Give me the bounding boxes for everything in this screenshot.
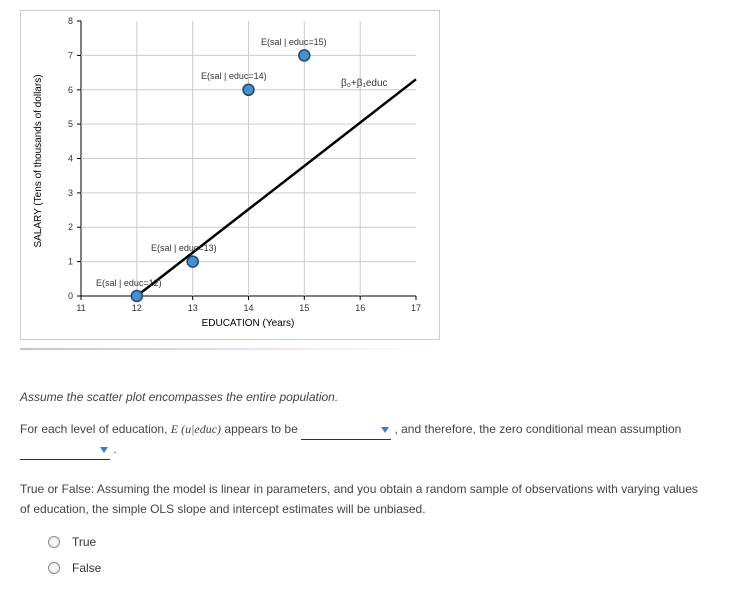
radio-icon bbox=[48, 562, 60, 574]
svg-text:11: 11 bbox=[76, 303, 85, 313]
svg-text:16: 16 bbox=[355, 303, 365, 313]
svg-text:17: 17 bbox=[411, 303, 421, 313]
chevron-down-icon bbox=[100, 447, 108, 453]
dropdown-2[interactable] bbox=[20, 440, 110, 460]
svg-text:8: 8 bbox=[68, 16, 73, 26]
data-point: E(sal | educ=15) bbox=[261, 37, 327, 61]
svg-text:7: 7 bbox=[68, 50, 73, 60]
x-axis-label: EDUCATION (Years) bbox=[202, 318, 295, 329]
radio-option-false[interactable]: False bbox=[48, 561, 711, 575]
radio-icon bbox=[48, 536, 60, 548]
svg-text:13: 13 bbox=[188, 303, 198, 313]
fill-expression: E (u|educ) bbox=[171, 422, 221, 436]
radio-label-true: True bbox=[72, 535, 96, 549]
svg-text:12: 12 bbox=[132, 303, 142, 313]
svg-text:E(sal | educ=12): E(sal | educ=12) bbox=[96, 278, 162, 288]
svg-text:14: 14 bbox=[243, 303, 253, 313]
svg-text:4: 4 bbox=[68, 154, 73, 164]
chart-container: 0 1 2 3 4 5 6 7 8 11 12 13 14 15 16 17 E… bbox=[20, 10, 440, 340]
fill-prefix: For each level of education, bbox=[20, 422, 171, 436]
data-point: E(sal | educ=13) bbox=[151, 243, 217, 267]
true-false-question: True or False: Assuming the model is lin… bbox=[20, 480, 711, 518]
svg-text:E(sal | educ=15): E(sal | educ=15) bbox=[261, 37, 327, 47]
radio-group: True False bbox=[20, 535, 711, 575]
fill-mid2: , and therefore, the zero conditional me… bbox=[394, 422, 681, 436]
svg-text:E(sal | educ=14): E(sal | educ=14) bbox=[201, 71, 267, 81]
svg-text:1: 1 bbox=[68, 257, 73, 267]
svg-text:0: 0 bbox=[68, 291, 73, 301]
chevron-down-icon bbox=[381, 427, 389, 433]
svg-text:3: 3 bbox=[68, 188, 73, 198]
fill-end: . bbox=[113, 442, 116, 456]
fill-in-question: For each level of education, E (u|educ) … bbox=[20, 420, 711, 460]
divider bbox=[20, 348, 440, 350]
y-axis-label: SALARY (Tens of thousands of dollars) bbox=[33, 74, 44, 247]
svg-text:15: 15 bbox=[299, 303, 309, 313]
scatter-chart: 0 1 2 3 4 5 6 7 8 11 12 13 14 15 16 17 E… bbox=[21, 11, 439, 339]
data-point: E(sal | educ=14) bbox=[201, 71, 267, 95]
data-point: E(sal | educ=12) bbox=[96, 278, 162, 302]
svg-text:5: 5 bbox=[68, 119, 73, 129]
svg-text:6: 6 bbox=[68, 85, 73, 95]
radio-option-true[interactable]: True bbox=[48, 535, 711, 549]
regression-line bbox=[137, 79, 416, 296]
svg-text:E(sal | educ=13): E(sal | educ=13) bbox=[151, 243, 217, 253]
radio-label-false: False bbox=[72, 561, 101, 575]
fill-mid1: appears to be bbox=[224, 422, 301, 436]
svg-text:2: 2 bbox=[68, 222, 73, 232]
dropdown-1[interactable] bbox=[301, 420, 391, 440]
line-label: β₀+β₁educ bbox=[341, 78, 388, 89]
assumption-text: Assume the scatter plot encompasses the … bbox=[20, 390, 711, 404]
